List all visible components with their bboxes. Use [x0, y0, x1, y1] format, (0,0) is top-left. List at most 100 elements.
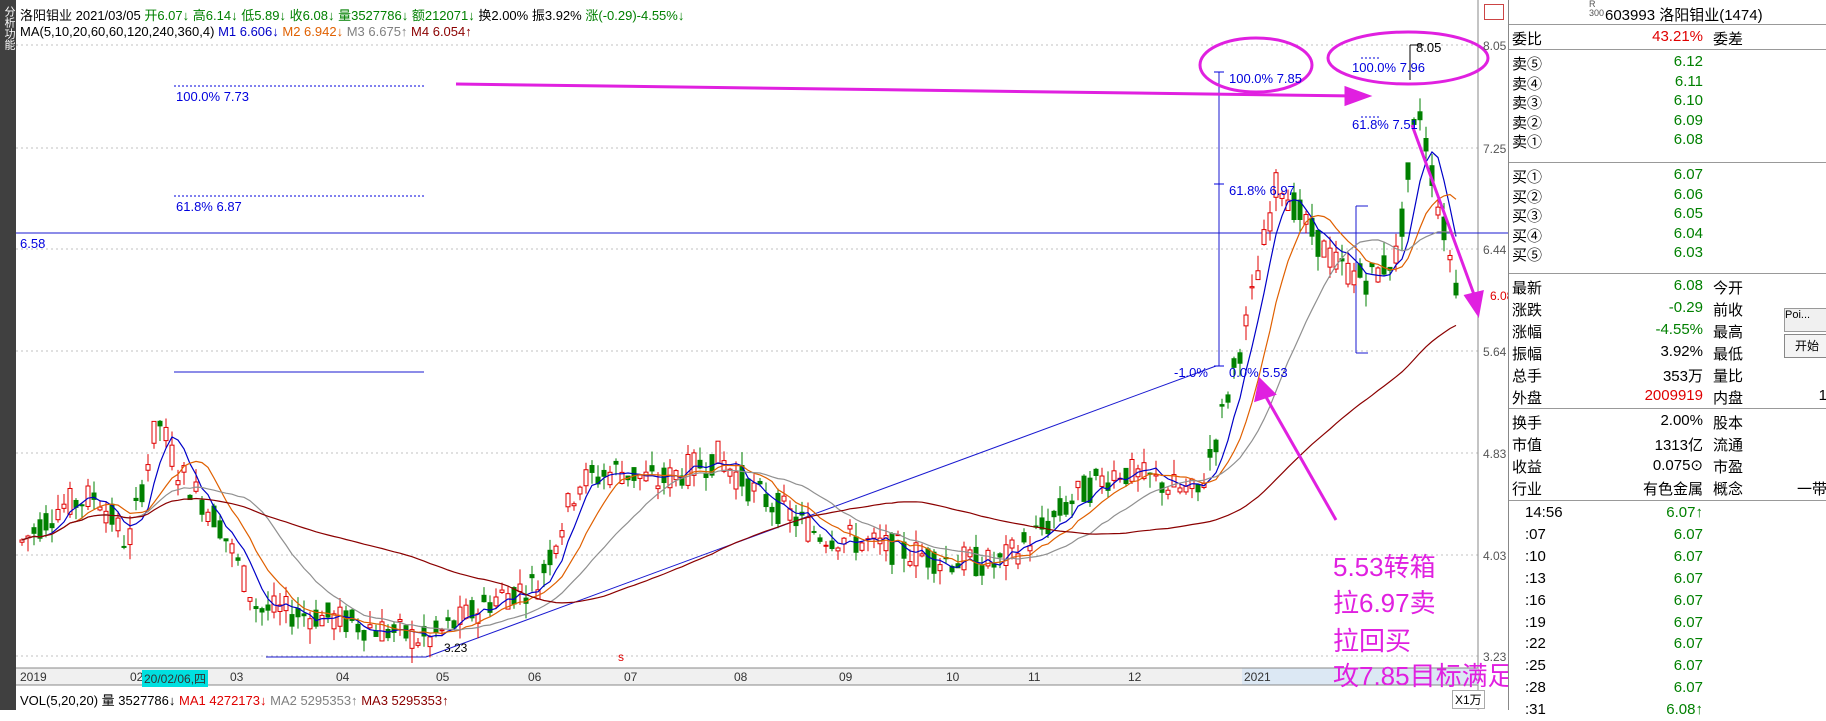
candle-body [121, 545, 127, 548]
candle-body [409, 629, 415, 649]
tick-price: 6.07 [1673, 657, 1703, 675]
stock-name: 洛阳钼业 [20, 8, 73, 23]
kline-chart-area[interactable]: 洛阳钼业 2021/03/05 开6.07↓ 高6.14↓ 低5.89↓ 收6.… [16, 0, 1584, 710]
candle-body [835, 547, 841, 552]
candle-body [163, 426, 169, 442]
tick-time: :19 [1525, 613, 1546, 631]
stat2-row-right-label: 概念 [1713, 481, 1744, 498]
candle-body [1177, 487, 1183, 493]
sell-row: 卖① 6.08 [1509, 129, 1826, 151]
candle-body [703, 473, 709, 478]
candle-body [601, 469, 607, 477]
fib-mid-618-label: 61.8% 6.97 [1229, 183, 1295, 198]
diff-label: 委差 [1713, 31, 1744, 48]
open-button[interactable]: 开始 [1784, 334, 1826, 358]
candle-body [1165, 489, 1171, 495]
stat2-row: 收益 0.075⊙ 市盈 [1509, 454, 1826, 476]
kline-chart-svg[interactable] [16, 0, 1508, 710]
restore-icon[interactable] [1484, 4, 1504, 20]
candle-body [775, 492, 781, 524]
candle-body [1363, 280, 1369, 295]
left-function-tab[interactable]: 分析功能 [0, 0, 16, 710]
tick-row: :25 6.07 [1509, 655, 1826, 677]
candle-body [715, 440, 721, 464]
stat2-row-value: 2.00% [1660, 412, 1703, 429]
stat2-row-value: 有色金属 [1642, 481, 1703, 498]
candle-body [367, 624, 373, 629]
candle-body [1093, 468, 1099, 476]
candle-body [997, 553, 1003, 558]
tick-price: 6.07 [1673, 679, 1703, 697]
candle-body [817, 537, 823, 542]
tick-row: :19 6.07 [1509, 612, 1826, 634]
candle-body [1009, 539, 1015, 549]
vol-ma3: MA3 5295353↑ [361, 693, 449, 708]
ma-m1: M1 6.606↓ [218, 24, 279, 39]
ratio-row: 委比 43.21% 委差 [1509, 26, 1826, 48]
candle-body [745, 478, 751, 502]
tick-price: 6.07 [1673, 547, 1703, 565]
candle-body [199, 499, 205, 515]
candle-body [1381, 255, 1387, 275]
candle-body [961, 546, 967, 571]
candle-body [115, 517, 121, 532]
candle-body [373, 630, 379, 637]
candle-body [1129, 458, 1135, 482]
code-name: 603993 洛阳钼业(1474) [1605, 7, 1763, 24]
time-tick: 10 [946, 670, 960, 684]
time-tick: 07 [624, 670, 638, 684]
candle-body [1237, 352, 1243, 364]
stat-row-right-label: 最低 [1713, 346, 1744, 363]
candle-body [289, 614, 295, 627]
tick-price: 6.07 [1673, 613, 1703, 631]
stat-row-label: 涨幅 [1512, 324, 1543, 341]
stat-row: 总手 353万 量比 [1509, 363, 1826, 385]
sell-row-value: 6.08 [1673, 131, 1703, 149]
stat2-row-value: 1313亿 [1654, 437, 1703, 454]
r300-badge: R 300 [1589, 0, 1605, 18]
stat-row: 振幅 3.92% 最低 [1509, 341, 1826, 363]
candle-body [979, 565, 985, 576]
low-label: 3.23 [444, 641, 468, 655]
candle-body [547, 549, 553, 566]
candle-body [265, 604, 271, 611]
candle-body [1213, 439, 1219, 453]
candle-body [331, 613, 337, 630]
popup-window[interactable]: Poi... [1784, 308, 1826, 332]
stat-row: 涨幅 -4.55% 最高 [1509, 319, 1826, 341]
stat2-row-label: 行业 [1512, 481, 1543, 498]
candle-body [847, 524, 853, 530]
ma-m2: M2 6.942↓ [282, 24, 344, 39]
candle-body [397, 618, 403, 622]
stat-row-right-value: 1 [1818, 387, 1826, 404]
candle-body [247, 597, 253, 602]
candle-body [55, 508, 61, 521]
candle-body [385, 628, 391, 639]
fib-left-618-label: 61.8% 6.87 [176, 199, 242, 214]
candle-body [325, 602, 331, 618]
stat-row-value: 2009919 [1644, 387, 1703, 404]
candle-body [229, 543, 235, 554]
ma1-line [21, 151, 1457, 638]
peak-label: 8.05 [1416, 40, 1442, 55]
bar-date: 2021/03/05 [75, 8, 141, 23]
candle-body [589, 465, 595, 473]
circle-annotation-2 [1326, 30, 1490, 86]
candle-body [463, 604, 469, 619]
candle-body [1207, 448, 1213, 458]
candle-body [1249, 286, 1255, 289]
candle-body [37, 519, 43, 539]
bar-high: 高6.14↓ [192, 8, 238, 23]
candle-body [1003, 544, 1009, 567]
tick-row: :22 6.07 [1509, 633, 1826, 655]
candle-body [529, 574, 535, 579]
tick-row: :10 6.07 [1509, 546, 1826, 568]
time-tick: 12 [1128, 670, 1142, 684]
fib-mid-100-label: 100.0% 7.85 [1229, 71, 1303, 86]
candle-body [853, 536, 859, 553]
sell-row-value: 6.11 [1674, 72, 1703, 90]
tick-time: :25 [1525, 657, 1546, 675]
candle-body [133, 497, 139, 501]
candle-body [445, 617, 451, 621]
signal-marker: s [618, 650, 624, 664]
